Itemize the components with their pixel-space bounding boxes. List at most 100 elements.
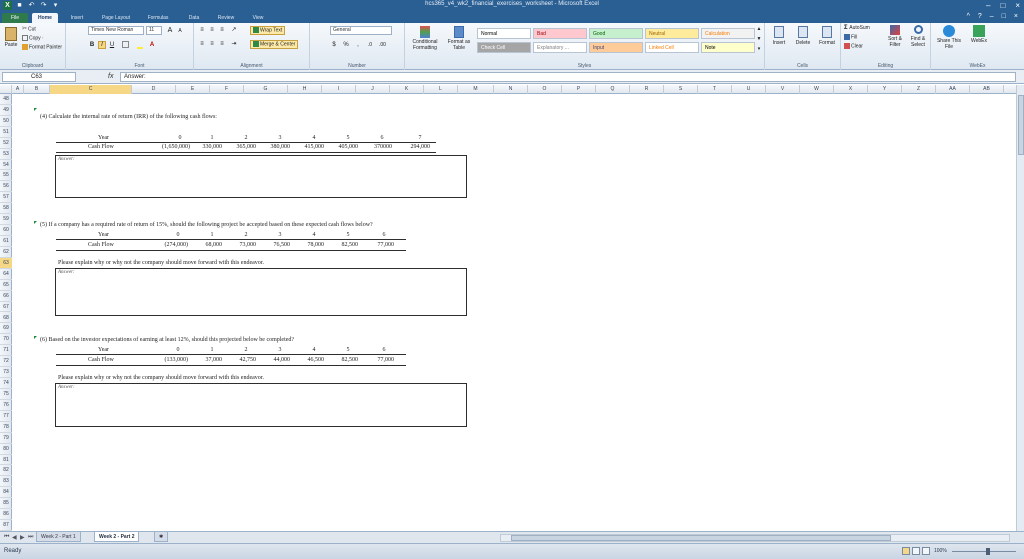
tab-review[interactable]: Review [212,13,240,23]
gallery-up-icon[interactable]: ▲ [755,25,763,33]
row-header-80[interactable]: 80 [0,444,12,455]
column-header-g[interactable]: G [244,85,288,94]
cell-style-normal[interactable]: Normal [477,28,531,39]
grow-font-button[interactable]: A [166,26,174,34]
vertical-scrollbar[interactable] [1016,85,1024,531]
row-header-68[interactable]: 68 [0,313,12,324]
column-header-j[interactable]: J [356,85,390,94]
column-header-t[interactable]: T [698,85,732,94]
zoom-slider-knob[interactable] [986,548,990,555]
next-sheet-icon[interactable]: ▶ [20,534,25,541]
q6-answer-box[interactable]: Answer: [55,383,467,427]
column-header-f[interactable]: F [210,85,244,94]
worksheet-grid[interactable]: (4) Calculate the internal rate of retur… [12,94,1016,531]
row-header-74[interactable]: 74 [0,378,12,389]
column-header-n[interactable]: N [494,85,528,94]
font-size-select[interactable]: 11 [146,26,162,35]
insert-sheet-icon[interactable]: ✱ [154,532,168,542]
sort-filter-button[interactable]: Sort & Filter [885,25,905,48]
row-header-66[interactable]: 66 [0,291,12,302]
select-all-corner[interactable] [0,85,12,94]
row-header-81[interactable]: 81 [0,455,12,466]
column-header-s[interactable]: S [664,85,698,94]
cell-style-note[interactable]: Note [701,42,755,53]
column-header-o[interactable]: O [528,85,562,94]
formula-input[interactable]: Answer: [120,72,1016,82]
percent-button[interactable]: % [342,41,350,49]
column-header-r[interactable]: R [630,85,664,94]
fill-button[interactable]: Fill [844,34,857,41]
cell-style-calculation[interactable]: Calculation [701,28,755,39]
cell-style-check-cell[interactable]: Check Cell [477,42,531,53]
increase-decimal-icon[interactable]: .0 [366,41,374,49]
row-header-65[interactable]: 65 [0,280,12,291]
row-header-75[interactable]: 75 [0,389,12,400]
share-file-button[interactable]: Share This File [935,25,963,50]
align-right-icon[interactable]: ≡ [218,40,226,48]
row-header-67[interactable]: 67 [0,302,12,313]
italic-button[interactable]: I [98,41,106,49]
insert-cells-button[interactable]: Insert [769,25,789,47]
row-header-86[interactable]: 86 [0,509,12,521]
row-header-61[interactable]: 61 [0,236,12,247]
column-header-a[interactable]: A [12,85,24,94]
first-sheet-icon[interactable]: ⏮ [4,534,9,541]
row-header-49[interactable]: 49 [0,105,12,116]
fx-icon[interactable]: fx [108,72,113,81]
column-header-c[interactable]: C [50,85,132,94]
format-cells-button[interactable]: Format [817,25,837,47]
row-header-84[interactable]: 84 [0,487,12,499]
align-bottom-icon[interactable]: ≡ [218,26,226,34]
font-color-icon[interactable]: A [148,41,156,49]
row-header-59[interactable]: 59 [0,214,12,226]
column-header-e[interactable]: E [176,85,210,94]
maximize-button[interactable]: □ [1000,0,1005,11]
row-header-51[interactable]: 51 [0,127,12,138]
minimize-button[interactable]: – [986,0,990,11]
format-painter-button[interactable]: Format Painter [22,44,62,51]
zoom-slider[interactable] [952,548,1016,555]
help-icon[interactable]: ? [978,13,982,20]
column-header-z[interactable]: Z [902,85,936,94]
prev-sheet-icon[interactable]: ◀ [12,534,17,541]
merge-center-button[interactable]: Merge & Center [250,40,299,50]
row-header-85[interactable]: 85 [0,498,12,510]
wrap-text-button[interactable]: Wrap Text [250,26,286,36]
doc-close-button[interactable]: × [1014,13,1018,20]
sheet-tab-week2-part2[interactable]: Week 2 - Part 2 [94,532,140,542]
tab-file[interactable]: File [2,13,28,23]
cut-button[interactable]: ✂Cut [22,26,36,33]
column-header-d[interactable]: D [132,85,176,94]
q4-answer-box[interactable]: Answer: [55,155,467,198]
tab-data[interactable]: Data [182,13,206,23]
column-header-b[interactable]: B [24,85,50,94]
row-header-72[interactable]: 72 [0,356,12,368]
column-header-k[interactable]: K [390,85,424,94]
row-header-78[interactable]: 78 [0,422,12,433]
borders-icon[interactable] [122,41,129,48]
row-header-63[interactable]: 63 [0,257,12,269]
align-middle-icon[interactable]: ≡ [208,26,216,34]
paste-button[interactable]: Paste [2,25,20,53]
format-as-table-button[interactable]: Format as Table [445,25,473,55]
row-header-73[interactable]: 73 [0,367,12,379]
find-select-button[interactable]: Find & Select [907,25,929,48]
copy-button[interactable]: Copy · [22,35,44,42]
row-header-62[interactable]: 62 [0,247,12,258]
align-center-icon[interactable]: ≡ [208,40,216,48]
name-box[interactable]: C63 [2,72,76,82]
column-header-v[interactable]: V [766,85,800,94]
row-header-79[interactable]: 79 [0,433,12,444]
column-header-ab[interactable]: AB [970,85,1004,94]
page-layout-view-icon[interactable] [912,547,920,555]
row-header-48[interactable]: 48 [0,94,12,105]
number-format-select[interactable]: General [330,26,392,35]
bold-button[interactable]: B [88,41,96,49]
row-header-56[interactable]: 56 [0,181,12,193]
close-button[interactable]: × [1015,0,1020,11]
column-header-m[interactable]: M [458,85,494,94]
row-header-77[interactable]: 77 [0,411,12,422]
tab-home[interactable]: Home [32,13,58,23]
row-header-64[interactable]: 64 [0,269,12,280]
row-header-52[interactable]: 52 [0,138,12,149]
